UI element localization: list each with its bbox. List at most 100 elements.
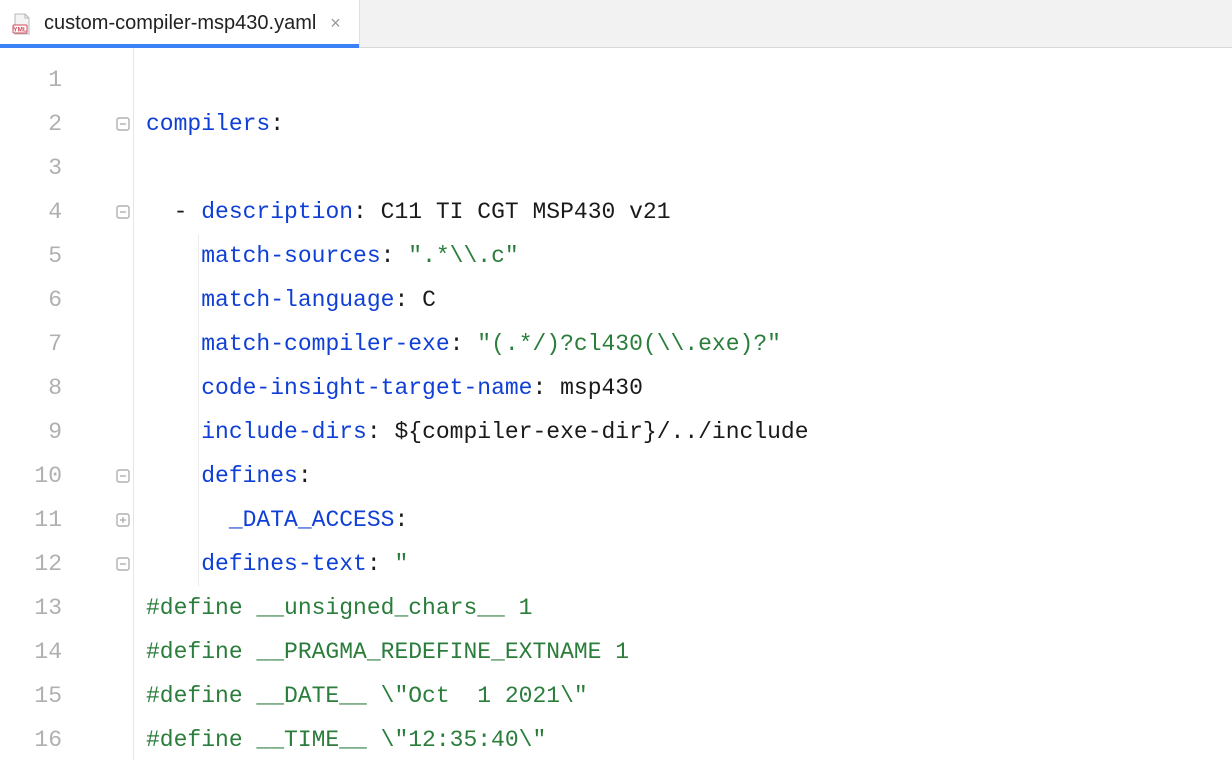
code-line[interactable]: defines-text: " [146, 542, 1232, 586]
tab-bar: YML custom-compiler-msp430.yaml × [0, 0, 1232, 48]
code-token: C [422, 287, 436, 313]
close-icon[interactable]: × [326, 13, 345, 34]
indent-guide [198, 498, 199, 542]
code-token: defines [201, 463, 298, 489]
code-line[interactable]: match-sources: ".*\\.c" [146, 234, 1232, 278]
code-token: defines-text [201, 551, 367, 577]
fold-spacer [112, 630, 133, 674]
fold-spacer [112, 410, 133, 454]
line-number: 3 [0, 146, 62, 190]
code-token: #define __DATE__ \"Oct 1 2021\" [146, 683, 588, 709]
code-line[interactable] [146, 146, 1232, 190]
fold-spacer [112, 586, 133, 630]
code-line[interactable]: #define __TIME__ \"12:35:40\" [146, 718, 1232, 762]
code-token [146, 463, 201, 489]
fold-spacer [112, 718, 133, 762]
code-token: code-insight-target-name [201, 375, 532, 401]
code-line[interactable]: match-language: C [146, 278, 1232, 322]
code-token: #define __unsigned_chars__ 1 [146, 595, 532, 621]
code-token: : [270, 111, 284, 137]
code-token [146, 243, 201, 269]
indent-guide [198, 410, 199, 454]
code-token: : [367, 551, 395, 577]
indent-guide [198, 366, 199, 410]
code-token: C11 TI CGT MSP430 v21 [381, 199, 671, 225]
fold-spacer [112, 58, 133, 102]
code-token [146, 507, 229, 533]
line-number: 15 [0, 674, 62, 718]
line-number: 11 [0, 498, 62, 542]
code-token [146, 287, 201, 313]
code-token: ".*\\.c" [408, 243, 518, 269]
fold-toggle-icon[interactable] [112, 454, 133, 498]
code-area[interactable]: compilers: - description: C11 TI CGT MSP… [134, 48, 1232, 760]
code-token: : [353, 199, 381, 225]
code-line[interactable]: #define __unsigned_chars__ 1 [146, 586, 1232, 630]
code-token: : [298, 463, 312, 489]
fold-gutter [112, 48, 134, 760]
line-number: 13 [0, 586, 62, 630]
code-token: : [394, 287, 422, 313]
code-token: : [532, 375, 560, 401]
line-number: 9 [0, 410, 62, 454]
code-token: match-sources [201, 243, 380, 269]
fold-spacer [112, 366, 133, 410]
indent-guide [198, 234, 199, 278]
fold-spacer [112, 234, 133, 278]
line-number: 1 [0, 58, 62, 102]
code-token: : [381, 243, 409, 269]
tab-filename: custom-compiler-msp430.yaml [44, 12, 316, 35]
fold-toggle-icon[interactable] [112, 498, 133, 542]
code-token: #define __TIME__ \"12:35:40\" [146, 727, 546, 753]
code-token: compilers [146, 111, 270, 137]
code-token: " [394, 551, 408, 577]
code-token: match-language [201, 287, 394, 313]
code-line[interactable]: code-insight-target-name: msp430 [146, 366, 1232, 410]
code-line[interactable]: #define __PRAGMA_REDEFINE_EXTNAME 1 [146, 630, 1232, 674]
code-token [146, 331, 201, 357]
indent-guide [198, 542, 199, 586]
code-line[interactable]: include-dirs: ${compiler-exe-dir}/../inc… [146, 410, 1232, 454]
line-number: 12 [0, 542, 62, 586]
fold-spacer [112, 278, 133, 322]
indent-guide [198, 454, 199, 498]
code-token: ${compiler-exe-dir}/../include [394, 419, 808, 445]
code-token: : [394, 507, 408, 533]
line-number: 7 [0, 322, 62, 366]
code-token [146, 375, 201, 401]
line-number: 4 [0, 190, 62, 234]
svg-text:YML: YML [13, 26, 27, 33]
fold-toggle-icon[interactable] [112, 190, 133, 234]
code-token [146, 551, 201, 577]
code-token: - [146, 199, 201, 225]
line-number: 14 [0, 630, 62, 674]
code-line[interactable]: compilers: [146, 102, 1232, 146]
fold-spacer [112, 674, 133, 718]
code-token: : [450, 331, 478, 357]
file-tab[interactable]: YML custom-compiler-msp430.yaml × [0, 0, 360, 47]
code-line[interactable]: _DATA_ACCESS: [146, 498, 1232, 542]
line-number: 2 [0, 102, 62, 146]
code-token: _DATA_ACCESS [229, 507, 395, 533]
line-number: 8 [0, 366, 62, 410]
indent-guide [198, 322, 199, 366]
line-number-gutter: 12345678910111213141516 [0, 48, 112, 760]
line-number: 16 [0, 718, 62, 762]
code-editor[interactable]: 12345678910111213141516 compilers: - des… [0, 48, 1232, 760]
code-line[interactable]: #define __DATE__ \"Oct 1 2021\" [146, 674, 1232, 718]
code-line[interactable]: - description: C11 TI CGT MSP430 v21 [146, 190, 1232, 234]
code-token: #define __PRAGMA_REDEFINE_EXTNAME 1 [146, 639, 629, 665]
fold-toggle-icon[interactable] [112, 102, 133, 146]
line-number: 6 [0, 278, 62, 322]
code-token: include-dirs [201, 419, 367, 445]
code-line[interactable] [146, 58, 1232, 102]
code-token [146, 419, 201, 445]
code-token: : [367, 419, 395, 445]
code-token: msp430 [560, 375, 643, 401]
indent-guide [198, 278, 199, 322]
code-line[interactable]: defines: [146, 454, 1232, 498]
fold-toggle-icon[interactable] [112, 542, 133, 586]
fold-spacer [112, 322, 133, 366]
code-token: description [201, 199, 353, 225]
code-line[interactable]: match-compiler-exe: "(.*/)?cl430(\\.exe)… [146, 322, 1232, 366]
